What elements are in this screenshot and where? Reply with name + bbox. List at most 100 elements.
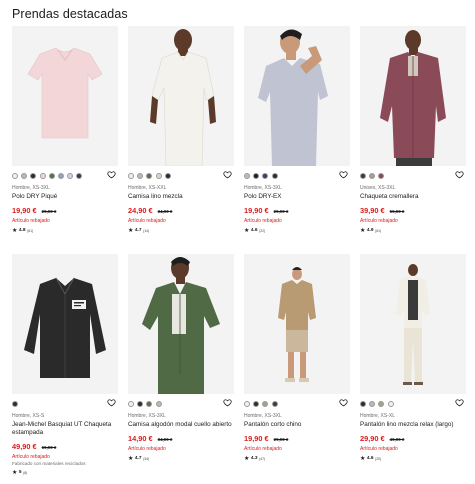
product-gender-size: Hombre, XS-3XL [128,413,166,419]
product-image[interactable] [360,26,466,166]
product-name[interactable]: Camisa lino mezcla [128,193,234,201]
color-swatch[interactable] [39,172,46,179]
rating-value: 4.6 [366,456,374,461]
color-swatch[interactable] [128,172,134,179]
product-gender-size: Unisex, XS-3XL [360,185,396,191]
color-swatch[interactable] [57,172,64,179]
sale-flag: Artículo rebajado [244,218,282,224]
color-swatch[interactable] [67,172,74,179]
color-swatch[interactable] [271,400,278,407]
color-swatch[interactable] [48,172,55,179]
product-card[interactable]: Unisex, XS-3XL Chaqueta cremallera 39,90… [360,26,466,252]
product-old-price: 34,90 € [157,437,173,442]
heart-outline-icon[interactable] [455,398,464,407]
color-swatch[interactable] [262,400,269,407]
color-swatch[interactable] [146,400,153,407]
color-swatch[interactable] [378,400,385,407]
product-card[interactable]: Hombre, XS-3XL Pantalón corto chino 19,9… [244,254,350,480]
product-gender-size: Hombre, XS-XXL [128,185,167,191]
color-swatch[interactable] [128,400,134,407]
product-image[interactable] [244,26,350,166]
product-name[interactable]: Polo DRY-EX [244,193,350,201]
product-image[interactable] [12,254,118,394]
heart-outline-icon[interactable] [455,170,464,179]
color-swatch[interactable] [12,172,18,179]
product-gender-size: Hombre, XS-S [12,413,45,419]
sale-flag: Artículo rebajado [128,446,166,452]
product-price: 39,90 € [360,206,385,215]
product-old-price: 69,90 € [41,445,57,450]
product-name[interactable]: Jean-Michel Basquiat UT Chaqueta estampa… [12,421,118,437]
color-swatches [12,171,118,180]
product-photo-art [396,264,430,385]
color-swatch[interactable] [30,172,37,179]
product-image[interactable] [244,254,350,394]
product-photo-art [258,29,328,166]
heart-outline-icon[interactable] [107,398,116,407]
color-swatch[interactable] [155,400,162,407]
product-photo-art [278,267,316,382]
product-gender-size: Hombre, XS-XL [360,413,396,419]
product-gender-size: Hombre, XS-3XL [12,185,50,191]
color-swatch[interactable] [146,172,153,179]
rating-value: 4.7 [134,456,142,461]
product-card[interactable]: Hombre, XS-3XL Polo DRY-EX 19,90 € 29,90… [244,26,350,252]
color-swatch[interactable] [253,400,260,407]
heart-outline-icon[interactable] [339,398,348,407]
color-swatch[interactable] [21,172,28,179]
product-rating: ★ 4.8 (61) [12,228,118,234]
product-photo-art [24,277,106,378]
product-note: Fabricado con materiales reciclados [12,461,86,466]
color-swatches [12,399,118,408]
product-image[interactable] [128,254,234,394]
color-swatch[interactable] [369,172,376,179]
color-swatch[interactable] [137,172,144,179]
heart-outline-icon[interactable] [223,170,232,179]
color-swatch[interactable] [164,172,171,179]
heart-outline-icon[interactable] [339,170,348,179]
product-name[interactable]: Pantalón corto chino [244,421,350,429]
star-icon: ★ [128,228,134,234]
color-swatch[interactable] [137,400,144,407]
product-name[interactable]: Pantalón lino mezcla relax (largo) [360,421,466,429]
product-card[interactable]: Hombre, XS-S Jean-Michel Basquiat UT Cha… [12,254,118,480]
sale-flag: Artículo rebajado [12,218,50,224]
product-photo-art [150,29,216,166]
color-swatch[interactable] [369,400,376,407]
color-swatch[interactable] [387,400,394,407]
product-name[interactable]: Camisa algodón modal cuello abierto [128,421,234,429]
product-rating: ★ 4.7 (14) [128,228,234,234]
product-rating: ★ 4.6 (20) [360,456,466,462]
color-swatch[interactable] [76,172,83,179]
product-name[interactable]: Chaqueta cremallera [360,193,466,201]
product-rating: ★ 5 (8) [12,470,118,476]
color-swatch[interactable] [378,172,385,179]
color-swatch[interactable] [360,172,366,179]
color-swatch[interactable] [262,172,269,179]
product-image[interactable] [360,254,466,394]
section-title: Prendas destacadas [12,7,128,21]
color-swatch[interactable] [244,172,250,179]
color-swatch[interactable] [271,172,278,179]
product-image[interactable] [12,26,118,166]
product-photo-art [380,30,446,166]
product-card[interactable]: Hombre, XS-3XL Polo DRY Piqué 19,90 € 29… [12,26,118,252]
color-swatch[interactable] [360,400,366,407]
product-old-price: 29,90 € [273,209,289,214]
heart-outline-icon[interactable] [223,398,232,407]
color-swatch[interactable] [155,172,162,179]
product-price: 49,90 € [12,442,37,451]
product-card[interactable]: Hombre, XS-XL Pantalón lino mezcla relax… [360,254,466,480]
product-image[interactable] [128,26,234,166]
color-swatch[interactable] [253,172,260,179]
product-price: 19,90 € [12,206,37,215]
product-photo-art [142,257,220,394]
product-old-price: 59,90 € [389,209,405,214]
color-swatch[interactable] [244,400,250,407]
product-rating: ★ 4.3 (47) [244,456,350,462]
color-swatch[interactable] [12,400,18,407]
product-name[interactable]: Polo DRY Piqué [12,193,118,201]
heart-outline-icon[interactable] [107,170,116,179]
product-card[interactable]: Hombre, XS-3XL Camisa algodón modal cuel… [128,254,234,480]
product-card[interactable]: Hombre, XS-XXL Camisa lino mezcla 24,90 … [128,26,234,252]
